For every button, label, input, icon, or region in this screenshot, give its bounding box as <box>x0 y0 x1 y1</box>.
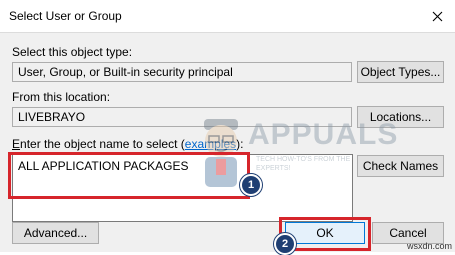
object-types-button[interactable]: Object Types... <box>357 61 444 83</box>
object-name-label-accel: E <box>12 137 21 151</box>
object-type-label: Select this object type: <box>12 45 133 59</box>
cancel-button-label: Cancel <box>389 226 427 240</box>
site-watermark: wsxdn.com <box>406 241 452 251</box>
step-badge-1: 1 <box>240 174 262 196</box>
close-icon <box>432 11 442 21</box>
window-title: Select User or Group <box>9 9 122 23</box>
location-label: From this location: <box>12 90 111 104</box>
object-name-label-text: nter the object name to select ( <box>20 137 185 151</box>
object-type-field: User, Group, or Built-in security princi… <box>12 62 352 82</box>
object-types-button-label: Object Types... <box>360 65 441 79</box>
step-badge-2: 2 <box>274 233 296 255</box>
watermark-tagline: TECH HOW-TO'S FROM THE EXPERTS! <box>256 156 351 172</box>
title-bar: Select User or Group <box>0 0 455 32</box>
dialog-body: Select this object type: User, Group, or… <box>0 32 455 255</box>
close-button[interactable] <box>419 0 455 32</box>
advanced-button[interactable]: Advanced... <box>12 222 99 244</box>
watermark-brand: APPUALS <box>248 118 399 151</box>
advanced-button-label: Advanced... <box>23 226 88 240</box>
highlight-box-object-name <box>8 152 250 199</box>
